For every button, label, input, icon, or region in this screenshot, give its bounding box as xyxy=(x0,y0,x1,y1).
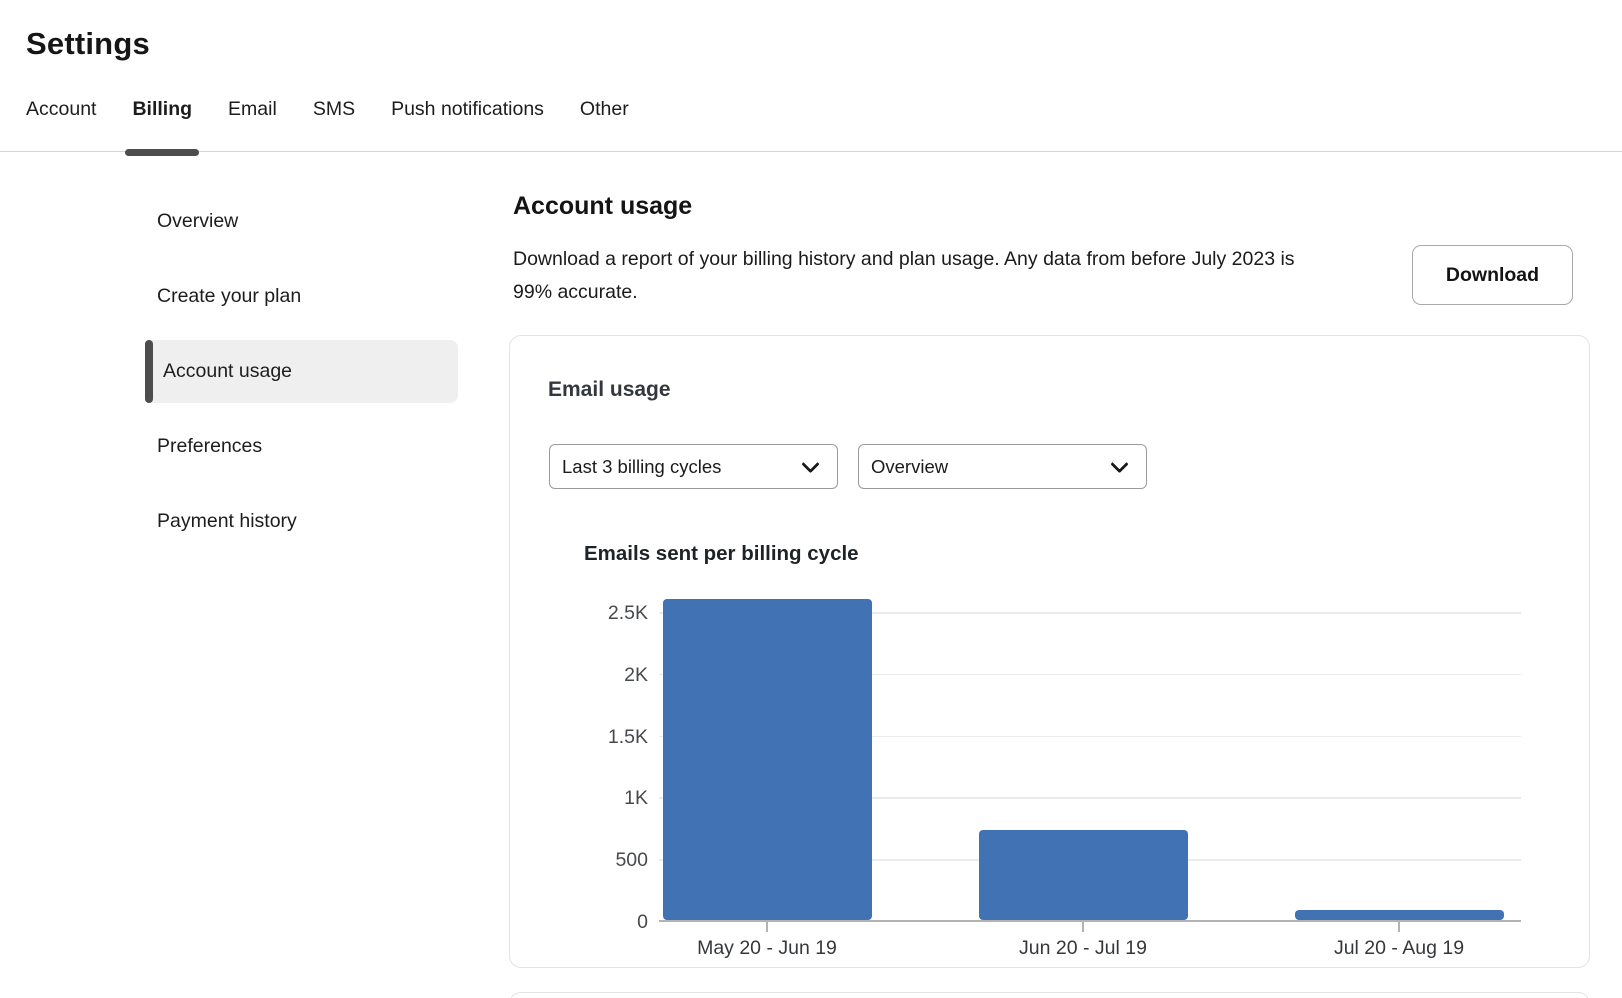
y-axis-tick-label: 2K xyxy=(578,663,648,687)
chart-bar xyxy=(663,599,872,920)
chart-bar xyxy=(979,830,1188,920)
x-axis-tick-mark xyxy=(1082,922,1084,932)
sidebar-item-overview[interactable]: Overview xyxy=(145,190,460,253)
email-usage-card: Email usage Last 3 billing cycles Overvi… xyxy=(509,335,1590,968)
y-axis-tick-label: 500 xyxy=(578,848,648,872)
x-axis-tick-label: Jul 20 - Aug 19 xyxy=(1269,936,1529,960)
section-heading: Account usage xyxy=(513,192,692,221)
tab-billing[interactable]: Billing xyxy=(132,97,192,151)
chevron-down-icon xyxy=(801,454,819,472)
chevron-down-icon xyxy=(1110,454,1128,472)
tab-account[interactable]: Account xyxy=(26,97,96,151)
sidebar-item-label: Create your plan xyxy=(157,285,301,308)
chart-bar xyxy=(1295,910,1504,920)
page-title: Settings xyxy=(26,26,150,62)
y-axis-tick-label: 2.5K xyxy=(578,601,648,625)
sidebar-item-account-usage[interactable]: Account usage xyxy=(145,340,458,403)
sidebar-item-preferences[interactable]: Preferences xyxy=(145,415,460,478)
x-axis-tick-label: May 20 - Jun 19 xyxy=(637,936,897,960)
sidebar-item-label: Overview xyxy=(157,210,238,233)
view-select-value: Overview xyxy=(871,456,948,478)
billing-sidebar: Overview Create your plan Account usage … xyxy=(145,190,460,565)
section-description: Download a report of your billing histor… xyxy=(513,243,1318,309)
billing-cycle-select[interactable]: Last 3 billing cycles xyxy=(549,444,838,489)
y-axis-tick-label: 0 xyxy=(578,910,648,934)
sidebar-item-label: Preferences xyxy=(157,435,262,458)
download-button[interactable]: Download xyxy=(1412,245,1573,305)
sidebar-item-label: Account usage xyxy=(163,360,292,383)
chart-title: Emails sent per billing cycle xyxy=(584,542,859,566)
view-select[interactable]: Overview xyxy=(858,444,1147,489)
tab-email[interactable]: Email xyxy=(228,97,277,151)
chart-plot: 05001K1.5K2K2.5KMay 20 - Jun 19Jun 20 - … xyxy=(659,581,1521,922)
next-card-top-edge xyxy=(509,992,1590,998)
settings-page: Settings Account Billing Email SMS Push … xyxy=(0,0,1622,998)
tab-push-notifications[interactable]: Push notifications xyxy=(391,97,544,151)
x-axis-tick-mark xyxy=(1398,922,1400,932)
tab-bar: Account Billing Email SMS Push notificat… xyxy=(0,97,1622,152)
card-title: Email usage xyxy=(548,378,671,402)
x-axis-tick-mark xyxy=(766,922,768,932)
sidebar-item-label: Payment history xyxy=(157,510,297,533)
sidebar-item-payment-history[interactable]: Payment history xyxy=(145,490,460,553)
x-axis-tick-label: Jun 20 - Jul 19 xyxy=(953,936,1213,960)
billing-cycle-select-value: Last 3 billing cycles xyxy=(562,456,721,478)
tab-sms[interactable]: SMS xyxy=(313,97,355,151)
y-axis-tick-label: 1K xyxy=(578,786,648,810)
sidebar-item-create-your-plan[interactable]: Create your plan xyxy=(145,265,460,328)
y-axis-tick-label: 1.5K xyxy=(578,725,648,749)
active-item-accent-bar xyxy=(145,340,153,403)
tab-other[interactable]: Other xyxy=(580,97,629,151)
